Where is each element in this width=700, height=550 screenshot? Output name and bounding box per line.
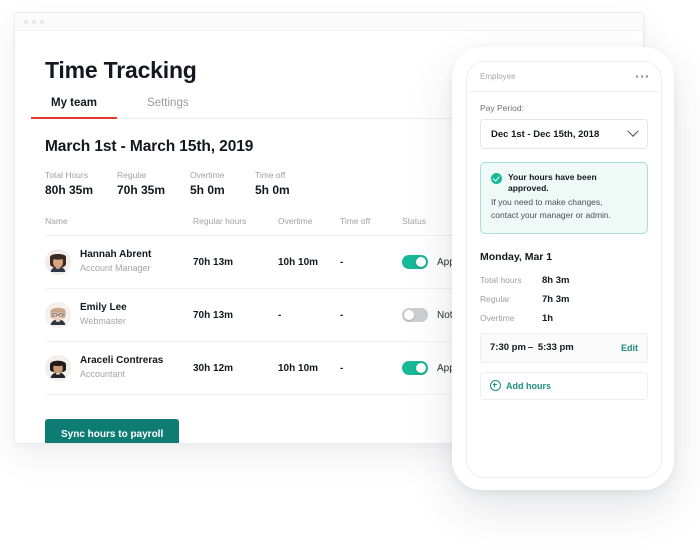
tab-my-team[interactable]: My team bbox=[45, 97, 103, 118]
employee-name: Araceli Contreras bbox=[80, 355, 163, 368]
day-row-value: 7h 3m bbox=[542, 294, 569, 305]
cell-regular-hours: 70h 13m bbox=[193, 289, 278, 342]
add-hours-label: Add hours bbox=[506, 381, 551, 391]
day-row-overtime: Overtime 1h bbox=[480, 313, 648, 324]
cell-employee: Hannah Abrent Account Manager bbox=[45, 236, 193, 289]
employee-name: Emily Lee bbox=[80, 302, 127, 315]
cell-regular-hours: 70h 13m bbox=[193, 236, 278, 289]
window-minimize-dot[interactable] bbox=[32, 20, 36, 24]
alert-header: Your hours have been approved. bbox=[491, 172, 637, 193]
day-row-label: Total hours bbox=[480, 275, 542, 285]
phone-screen: Employee Pay Period: Dec 1st - Dec 15th,… bbox=[466, 61, 662, 478]
toggle-knob bbox=[404, 310, 414, 320]
approval-toggle[interactable] bbox=[402, 308, 428, 322]
avatar bbox=[45, 355, 71, 381]
day-title: Monday, Mar 1 bbox=[480, 251, 648, 263]
pay-period-label: Pay Period: bbox=[480, 103, 648, 113]
column-header-overtime: Overtime bbox=[278, 216, 340, 236]
avatar bbox=[45, 249, 71, 275]
employee-role: Accountant bbox=[80, 369, 163, 381]
cell-overtime: - bbox=[278, 289, 340, 342]
stat-regular-label: Regular bbox=[117, 170, 190, 180]
employee-role: Account Manager bbox=[80, 263, 151, 275]
chevron-down-icon bbox=[627, 126, 638, 137]
window-maximize-dot[interactable] bbox=[40, 20, 44, 24]
stat-overtime-value: 5h 0m bbox=[190, 183, 255, 197]
stat-overtime-label: Overtime bbox=[190, 170, 255, 180]
pay-period-select[interactable]: Dec 1st - Dec 15th, 2018 bbox=[480, 119, 648, 149]
stat-regular-value: 70h 35m bbox=[117, 183, 190, 197]
phone-topbar: Employee bbox=[467, 62, 661, 92]
column-header-regular-hours: Regular hours bbox=[193, 216, 278, 236]
day-row-label: Overtime bbox=[480, 313, 542, 323]
cell-overtime: 10h 10m bbox=[278, 236, 340, 289]
column-header-name: Name bbox=[45, 216, 193, 236]
employee-identity: Araceli Contreras Accountant bbox=[45, 355, 193, 381]
approval-toggle[interactable] bbox=[402, 255, 428, 269]
toggle-knob bbox=[416, 363, 426, 373]
time-entry-end: 5:33 pm bbox=[538, 342, 574, 353]
stat-time-off-value: 5h 0m bbox=[255, 183, 320, 197]
day-row-regular: Regular 7h 3m bbox=[480, 294, 648, 305]
day-row-value: 1h bbox=[542, 313, 553, 324]
check-circle-icon bbox=[491, 173, 502, 184]
time-entry-row[interactable]: 7:30 pm– 5:33 pm Edit bbox=[480, 333, 648, 363]
tab-settings[interactable]: Settings bbox=[141, 97, 195, 118]
stat-total-hours: Total Hours 80h 35m bbox=[45, 170, 117, 197]
stat-time-off: Time off 5h 0m bbox=[255, 170, 320, 197]
alert-message-line-2: contact your manager or admin. bbox=[491, 209, 637, 222]
approval-alert: Your hours have been approved. If you ne… bbox=[480, 162, 648, 234]
cell-employee: Araceli Contreras Accountant bbox=[45, 342, 193, 395]
day-row-value: 8h 3m bbox=[542, 275, 569, 286]
pay-period-value: Dec 1st - Dec 15th, 2018 bbox=[491, 129, 599, 140]
stat-regular: Regular 70h 35m bbox=[117, 170, 190, 197]
alert-message-line-1: If you need to make changes, bbox=[491, 196, 637, 209]
screenshot-stage: Time Tracking My team Settings March 1st… bbox=[0, 0, 700, 550]
stat-time-off-label: Time off bbox=[255, 170, 320, 180]
time-entry-range: 7:30 pm– 5:33 pm bbox=[490, 342, 574, 353]
time-entry-start: 7:30 pm bbox=[490, 342, 526, 353]
cell-time-off: - bbox=[340, 289, 402, 342]
approval-toggle[interactable] bbox=[402, 361, 428, 375]
sync-hours-to-payroll-button[interactable]: Sync hours to payroll bbox=[45, 419, 179, 444]
phone-topbar-title: Employee bbox=[480, 72, 516, 81]
alert-title: Your hours have been approved. bbox=[508, 172, 637, 193]
employee-identity: Emily Lee Webmaster bbox=[45, 302, 193, 328]
employee-role: Webmaster bbox=[80, 316, 127, 328]
add-hours-button[interactable]: Add hours bbox=[480, 372, 648, 400]
employee-name: Hannah Abrent bbox=[80, 249, 151, 262]
window-close-dot[interactable] bbox=[24, 20, 28, 24]
column-header-time-off: Time off bbox=[340, 216, 402, 236]
phone-content: Pay Period: Dec 1st - Dec 15th, 2018 You… bbox=[467, 92, 661, 400]
stat-total-hours-value: 80h 35m bbox=[45, 183, 117, 197]
day-row-total-hours: Total hours 8h 3m bbox=[480, 275, 648, 286]
phone-mockup: Employee Pay Period: Dec 1st - Dec 15th,… bbox=[452, 47, 674, 490]
toggle-knob bbox=[416, 257, 426, 267]
window-titlebar bbox=[15, 13, 643, 31]
cell-regular-hours: 30h 12m bbox=[193, 342, 278, 395]
stat-total-hours-label: Total Hours bbox=[45, 170, 117, 180]
cell-time-off: - bbox=[340, 236, 402, 289]
stat-overtime: Overtime 5h 0m bbox=[190, 170, 255, 197]
avatar bbox=[45, 302, 71, 328]
time-entry-separator: – bbox=[526, 342, 535, 353]
employee-identity: Hannah Abrent Account Manager bbox=[45, 249, 193, 275]
plus-circle-icon bbox=[490, 380, 501, 391]
cell-time-off: - bbox=[340, 342, 402, 395]
cell-overtime: 10h 10m bbox=[278, 342, 340, 395]
kebab-menu-icon[interactable] bbox=[636, 75, 649, 78]
cell-employee: Emily Lee Webmaster bbox=[45, 289, 193, 342]
day-summary: Total hours 8h 3m Regular 7h 3m Overtime… bbox=[480, 275, 648, 324]
day-row-label: Regular bbox=[480, 294, 542, 304]
edit-time-entry-button[interactable]: Edit bbox=[621, 343, 638, 353]
alert-message: If you need to make changes, contact you… bbox=[491, 196, 637, 222]
